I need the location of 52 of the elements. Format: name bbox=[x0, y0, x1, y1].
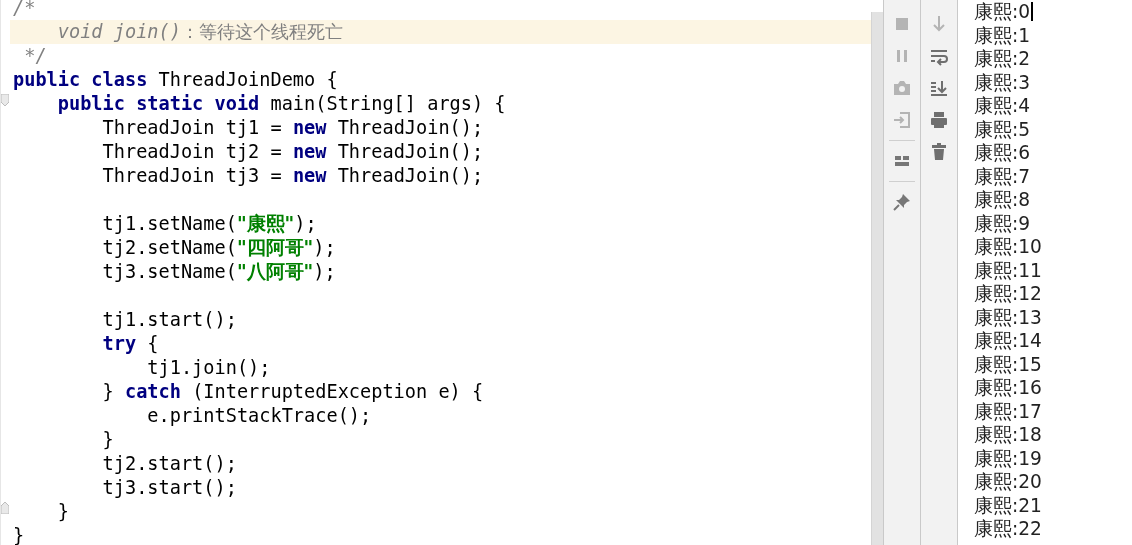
console-line: 康熙:11 bbox=[974, 258, 1042, 282]
console-line: 康熙:10 bbox=[974, 235, 1042, 259]
enter-icon[interactable] bbox=[892, 110, 912, 130]
console-line: 康熙:20 bbox=[974, 470, 1042, 494]
console-line: 康熙:16 bbox=[974, 376, 1042, 400]
code-line: public class ThreadJoinDemo { bbox=[12, 68, 339, 92]
code-line: ThreadJoin tj2 = new ThreadJoin(); bbox=[101, 140, 485, 164]
code-line: } bbox=[56, 500, 70, 524]
code-line: /* bbox=[12, 0, 37, 20]
print-icon[interactable] bbox=[929, 110, 949, 130]
console-line: 康熙:13 bbox=[974, 305, 1042, 329]
console-line: 康熙:0 bbox=[974, 0, 1031, 24]
code-line: tj2.setName("四阿哥"); bbox=[101, 236, 337, 260]
fold-marker-icon[interactable] bbox=[1, 502, 9, 514]
camera-icon[interactable] bbox=[892, 78, 912, 98]
console-line: 康熙:6 bbox=[974, 141, 1031, 165]
console-line: 康熙:19 bbox=[974, 446, 1042, 470]
code-line: tj1.join(); bbox=[146, 356, 272, 380]
code-line: } bbox=[101, 428, 115, 452]
code-line: tj3.setName("八阿哥"); bbox=[101, 260, 337, 284]
code-line: } bbox=[12, 524, 26, 545]
console-line: 康熙:12 bbox=[974, 282, 1042, 306]
pin-icon[interactable] bbox=[892, 192, 912, 212]
code-line: try { bbox=[101, 332, 160, 356]
console-line: 康熙:22 bbox=[974, 517, 1042, 541]
console-line: 康熙:7 bbox=[974, 164, 1031, 188]
code-line: ThreadJoin tj1 = new ThreadJoin(); bbox=[101, 116, 485, 140]
code-line: e.printStackTrace(); bbox=[146, 404, 373, 428]
console-line: 康熙:8 bbox=[974, 188, 1031, 212]
console-line: 康熙:5 bbox=[974, 117, 1031, 141]
text-cursor bbox=[1031, 2, 1034, 22]
console-line: 康熙:17 bbox=[974, 399, 1042, 423]
code-line: tj1.setName("康熙"); bbox=[101, 212, 318, 236]
console-line: 康熙:15 bbox=[974, 352, 1042, 376]
trash-icon[interactable] bbox=[929, 142, 949, 162]
code-line: ThreadJoin tj3 = new ThreadJoin(); bbox=[101, 164, 485, 188]
console-line: 康熙:14 bbox=[974, 329, 1042, 353]
console-line: 康熙:18 bbox=[974, 423, 1042, 447]
console-line: 康熙:21 bbox=[974, 493, 1042, 517]
console-line: 康熙:1 bbox=[974, 23, 1031, 47]
code-line: tj2.start(); bbox=[101, 452, 238, 476]
code-line: */ bbox=[23, 44, 48, 68]
code-line: tj3.start(); bbox=[101, 476, 238, 500]
console-line: 康熙:4 bbox=[974, 94, 1031, 118]
console-line: 康熙:3 bbox=[974, 70, 1031, 94]
code-line: public static void main(String[] args) { bbox=[56, 92, 507, 116]
code-line: tj1.start(); bbox=[101, 308, 238, 332]
console-line: 康熙:2 bbox=[974, 47, 1031, 71]
fold-marker-icon[interactable] bbox=[1, 94, 9, 106]
code-line: } catch (InterruptedException e) { bbox=[101, 380, 485, 404]
scroll-to-end-icon[interactable] bbox=[929, 78, 949, 98]
console-line: 康熙:9 bbox=[974, 211, 1031, 235]
